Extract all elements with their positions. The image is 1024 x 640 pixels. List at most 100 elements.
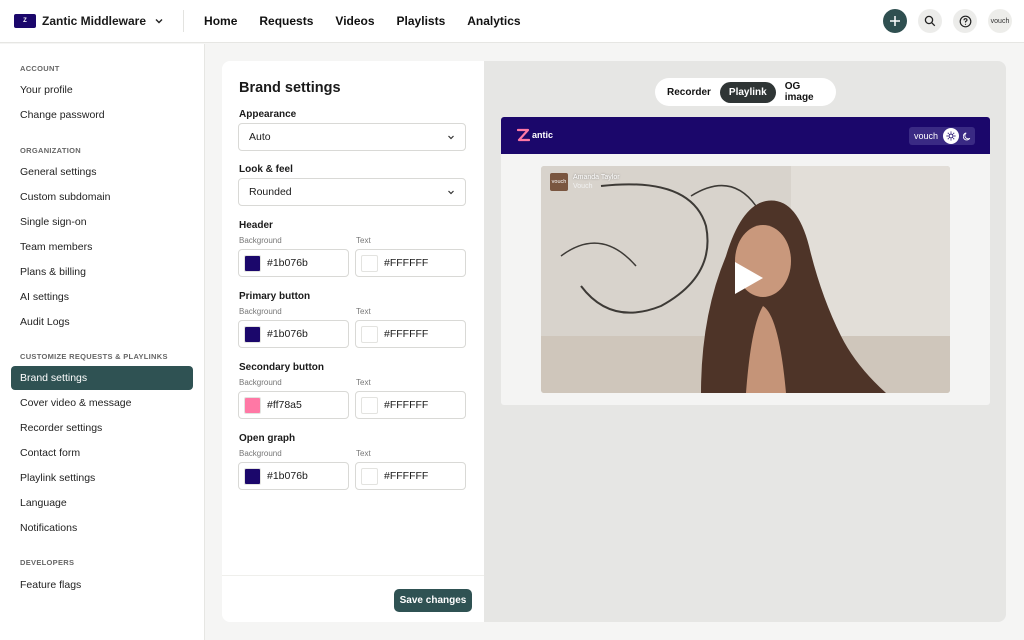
dark-mode-button[interactable]: [959, 128, 975, 144]
tab-recorder[interactable]: Recorder: [658, 82, 720, 103]
nav-videos[interactable]: Videos: [335, 14, 374, 28]
sidebar-item-notifications[interactable]: Notifications: [11, 516, 193, 540]
search-button[interactable]: [918, 9, 942, 33]
sidebar-item-change-password[interactable]: Change password: [11, 103, 193, 127]
divider: [183, 10, 185, 32]
sidebar-item-plans-billing[interactable]: Plans & billing: [11, 260, 193, 284]
secondary-bg-color-field[interactable]: #ff78a5: [238, 391, 349, 419]
header-bg-color-field[interactable]: #1b076b: [238, 249, 349, 277]
help-icon: [959, 15, 971, 27]
brand-logo-text: antic: [532, 130, 554, 140]
org-name: Zantic Middleware: [42, 14, 147, 28]
look-feel-value: Rounded: [249, 186, 292, 198]
primary-bg-value: #1b076b: [267, 328, 308, 340]
nav-requests[interactable]: Requests: [259, 14, 313, 28]
sidebar-item-language[interactable]: Language: [11, 491, 193, 515]
primary-text-label: Text: [356, 307, 371, 316]
og-bg-label: Background: [239, 449, 282, 458]
sidebar-item-cover-video[interactable]: Cover video & message: [11, 391, 193, 415]
video-player[interactable]: vouch Amanda Taylor Vouch: [541, 166, 950, 393]
sidebar-item-playlink-settings[interactable]: Playlink settings: [11, 466, 193, 490]
video-author-name: Amanda Taylor: [573, 174, 620, 181]
sidebar-item-contact-form[interactable]: Contact form: [11, 441, 193, 465]
sun-icon: [946, 131, 956, 141]
tab-playlink[interactable]: Playlink: [719, 81, 776, 103]
header-text-value: #FFFFFF: [384, 257, 429, 269]
primary-text-value: #FFFFFF: [384, 328, 429, 340]
sidebar-heading-organization: ORGANIZATION: [20, 146, 81, 155]
color-swatch[interactable]: [361, 325, 378, 343]
og-text-label: Text: [356, 449, 371, 458]
avatar[interactable]: vouch: [988, 9, 1012, 33]
top-navigation-bar: Z Zantic Middleware Home Requests Videos…: [0, 0, 1024, 43]
sidebar-item-brand-settings[interactable]: Brand settings: [11, 366, 193, 390]
chevron-down-icon: [448, 135, 454, 140]
header-text-color-field[interactable]: #FFFFFF: [355, 249, 466, 277]
page-title: Brand settings: [239, 80, 341, 96]
appearance-select[interactable]: Auto: [238, 123, 466, 151]
sidebar-item-your-profile[interactable]: Your profile: [11, 78, 193, 102]
zantic-logo-icon: [517, 128, 530, 142]
org-switcher[interactable]: Z Zantic Middleware: [14, 14, 165, 28]
sidebar-item-audit-logs[interactable]: Audit Logs: [11, 310, 193, 334]
color-swatch[interactable]: [361, 467, 378, 485]
chevron-down-icon: [155, 19, 163, 24]
sidebar-item-custom-subdomain[interactable]: Custom subdomain: [11, 185, 193, 209]
preview-header: antic vouch: [501, 117, 990, 154]
search-icon: [924, 15, 936, 27]
secondary-button-group-title: Secondary button: [239, 362, 325, 373]
primary-bg-label: Background: [239, 307, 282, 316]
color-swatch[interactable]: [244, 254, 261, 272]
secondary-text-label: Text: [356, 378, 371, 387]
tab-og-image[interactable]: OG image: [776, 76, 833, 108]
theme-toggle: vouch: [908, 127, 975, 145]
vouch-label: vouch: [913, 131, 938, 141]
settings-sidebar: ACCOUNT Your profile Change password ORG…: [0, 44, 205, 640]
og-bg-value: #1b076b: [267, 470, 308, 482]
sidebar-item-feature-flags[interactable]: Feature flags: [11, 573, 193, 597]
light-mode-button[interactable]: [943, 128, 959, 144]
sidebar-item-single-sign-on[interactable]: Single sign-on: [11, 210, 193, 234]
create-button[interactable]: [883, 9, 907, 33]
plus-icon: [890, 16, 900, 26]
brand-settings-panel: Brand settings Appearance Auto Look & fe…: [222, 61, 484, 622]
secondary-text-color-field[interactable]: #FFFFFF: [355, 391, 466, 419]
playlink-preview-card: antic vouch vouch Amanda Taylor Vouch: [501, 117, 990, 405]
main-nav: Home Requests Videos Playlists Analytics: [204, 14, 543, 28]
video-author-meta: vouch Amanda Taylor Vouch: [550, 173, 620, 191]
sidebar-heading-account: ACCOUNT: [20, 64, 60, 73]
color-swatch[interactable]: [361, 254, 378, 272]
color-swatch[interactable]: [361, 396, 378, 414]
secondary-text-value: #FFFFFF: [384, 399, 429, 411]
brand-logo: antic: [517, 128, 553, 142]
topbar-actions: vouch: [872, 9, 1012, 33]
sidebar-item-team-members[interactable]: Team members: [11, 235, 193, 259]
help-button[interactable]: [953, 9, 977, 33]
appearance-label: Appearance: [239, 109, 297, 120]
open-graph-group-title: Open graph: [239, 433, 296, 444]
video-author-org: Vouch: [573, 183, 593, 190]
primary-bg-color-field[interactable]: #1b076b: [238, 320, 349, 348]
header-bg-value: #1b076b: [267, 257, 308, 269]
sidebar-item-general-settings[interactable]: General settings: [11, 160, 193, 184]
og-text-color-field[interactable]: #FFFFFF: [355, 462, 466, 490]
sidebar-heading-customize: CUSTOMIZE REQUESTS & PLAYLINKS: [20, 352, 168, 361]
sidebar-item-ai-settings[interactable]: AI settings: [11, 285, 193, 309]
primary-text-color-field[interactable]: #FFFFFF: [355, 320, 466, 348]
og-bg-color-field[interactable]: #1b076b: [238, 462, 349, 490]
moon-icon: [962, 132, 970, 140]
save-changes-button[interactable]: Save changes: [394, 589, 472, 612]
secondary-bg-label: Background: [239, 378, 282, 387]
nav-analytics[interactable]: Analytics: [467, 14, 520, 28]
play-icon[interactable]: [727, 258, 767, 298]
sidebar-item-recorder-settings[interactable]: Recorder settings: [11, 416, 193, 440]
color-swatch[interactable]: [244, 396, 261, 414]
nav-home[interactable]: Home: [204, 14, 237, 28]
color-swatch[interactable]: [244, 467, 261, 485]
nav-playlists[interactable]: Playlists: [397, 14, 446, 28]
header-bg-label: Background: [239, 236, 282, 245]
look-feel-select[interactable]: Rounded: [238, 178, 466, 206]
color-swatch[interactable]: [244, 325, 261, 343]
preview-area: Recorder Playlink OG image antic vouch v…: [484, 61, 1006, 622]
secondary-bg-value: #ff78a5: [267, 399, 302, 411]
